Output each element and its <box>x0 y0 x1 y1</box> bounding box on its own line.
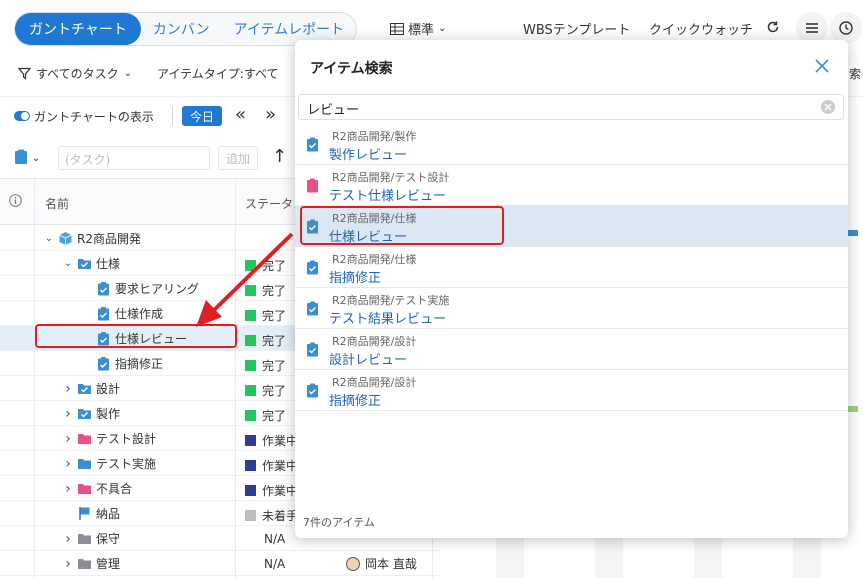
annotation-arrow <box>196 232 294 327</box>
